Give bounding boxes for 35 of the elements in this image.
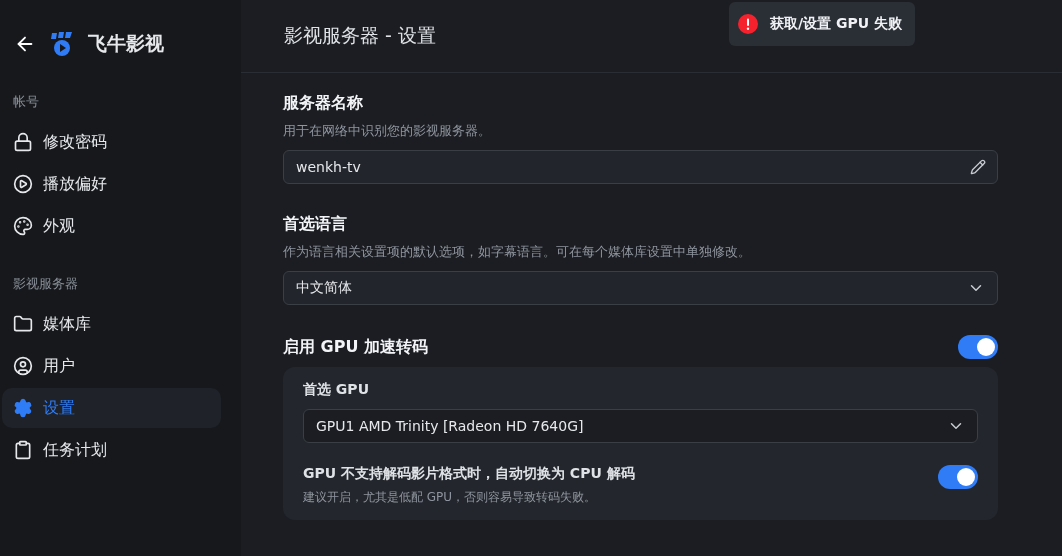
section-title: 启用 GPU 加速转码 (283, 336, 428, 358)
app-name: 飞牛影视 (88, 31, 164, 56)
gpu-toggle[interactable] (958, 335, 998, 359)
clipboard-icon (13, 440, 33, 460)
sidebar-item[interactable]: 修改密码 (2, 122, 221, 162)
edit-icon[interactable] (970, 159, 986, 175)
sidebar-item[interactable]: 设置 (2, 388, 221, 428)
sidebar-item[interactable]: 媒体库 (2, 304, 221, 344)
sidebar-heading: 影视服务器 (12, 275, 79, 293)
sidebar-item[interactable]: 播放偏好 (2, 164, 221, 204)
section-description: 作为语言相关设置项的默认选项，如字幕语言。可在每个媒体库设置中单独修改。 (283, 243, 752, 261)
sidebar-item[interactable]: 外观 (2, 206, 221, 246)
settings-icon (13, 398, 33, 418)
section-title: 服务器名称 (283, 93, 364, 114)
error-icon (738, 14, 758, 34)
gpu-select[interactable]: GPU1 AMD Trinity [Radeon HD 7640G] (303, 409, 978, 443)
section-title: 首选语言 (283, 214, 348, 235)
sidebar-heading: 帐号 (12, 93, 40, 111)
lock-icon (13, 132, 33, 152)
folder-icon (13, 314, 33, 334)
sidebar-item[interactable]: 任务计划 (2, 430, 221, 470)
palette-icon (13, 216, 33, 236)
option-title: GPU 不支持解码影片格式时，自动切换为 CPU 解码 (303, 465, 635, 483)
server-name-field[interactable]: wenkh-tv (283, 150, 998, 184)
language-select[interactable]: 中文简体 (283, 271, 998, 305)
fallback-toggle[interactable] (938, 465, 978, 489)
section-description: 用于在网络中识别您的影视服务器。 (283, 122, 492, 140)
option-description: 建议开启，尤其是低配 GPU，否则容易导致转码失败。 (303, 489, 598, 506)
logo-icon (50, 31, 74, 57)
toast-message: 获取/设置 GPU 失败 (770, 15, 902, 33)
play-icon (13, 174, 33, 194)
user-icon (13, 356, 33, 376)
page-title: 影视服务器 - 设置 (284, 23, 436, 48)
field-label: 首选 GPU (303, 381, 370, 399)
sidebar-item[interactable]: 用户 (2, 346, 221, 386)
